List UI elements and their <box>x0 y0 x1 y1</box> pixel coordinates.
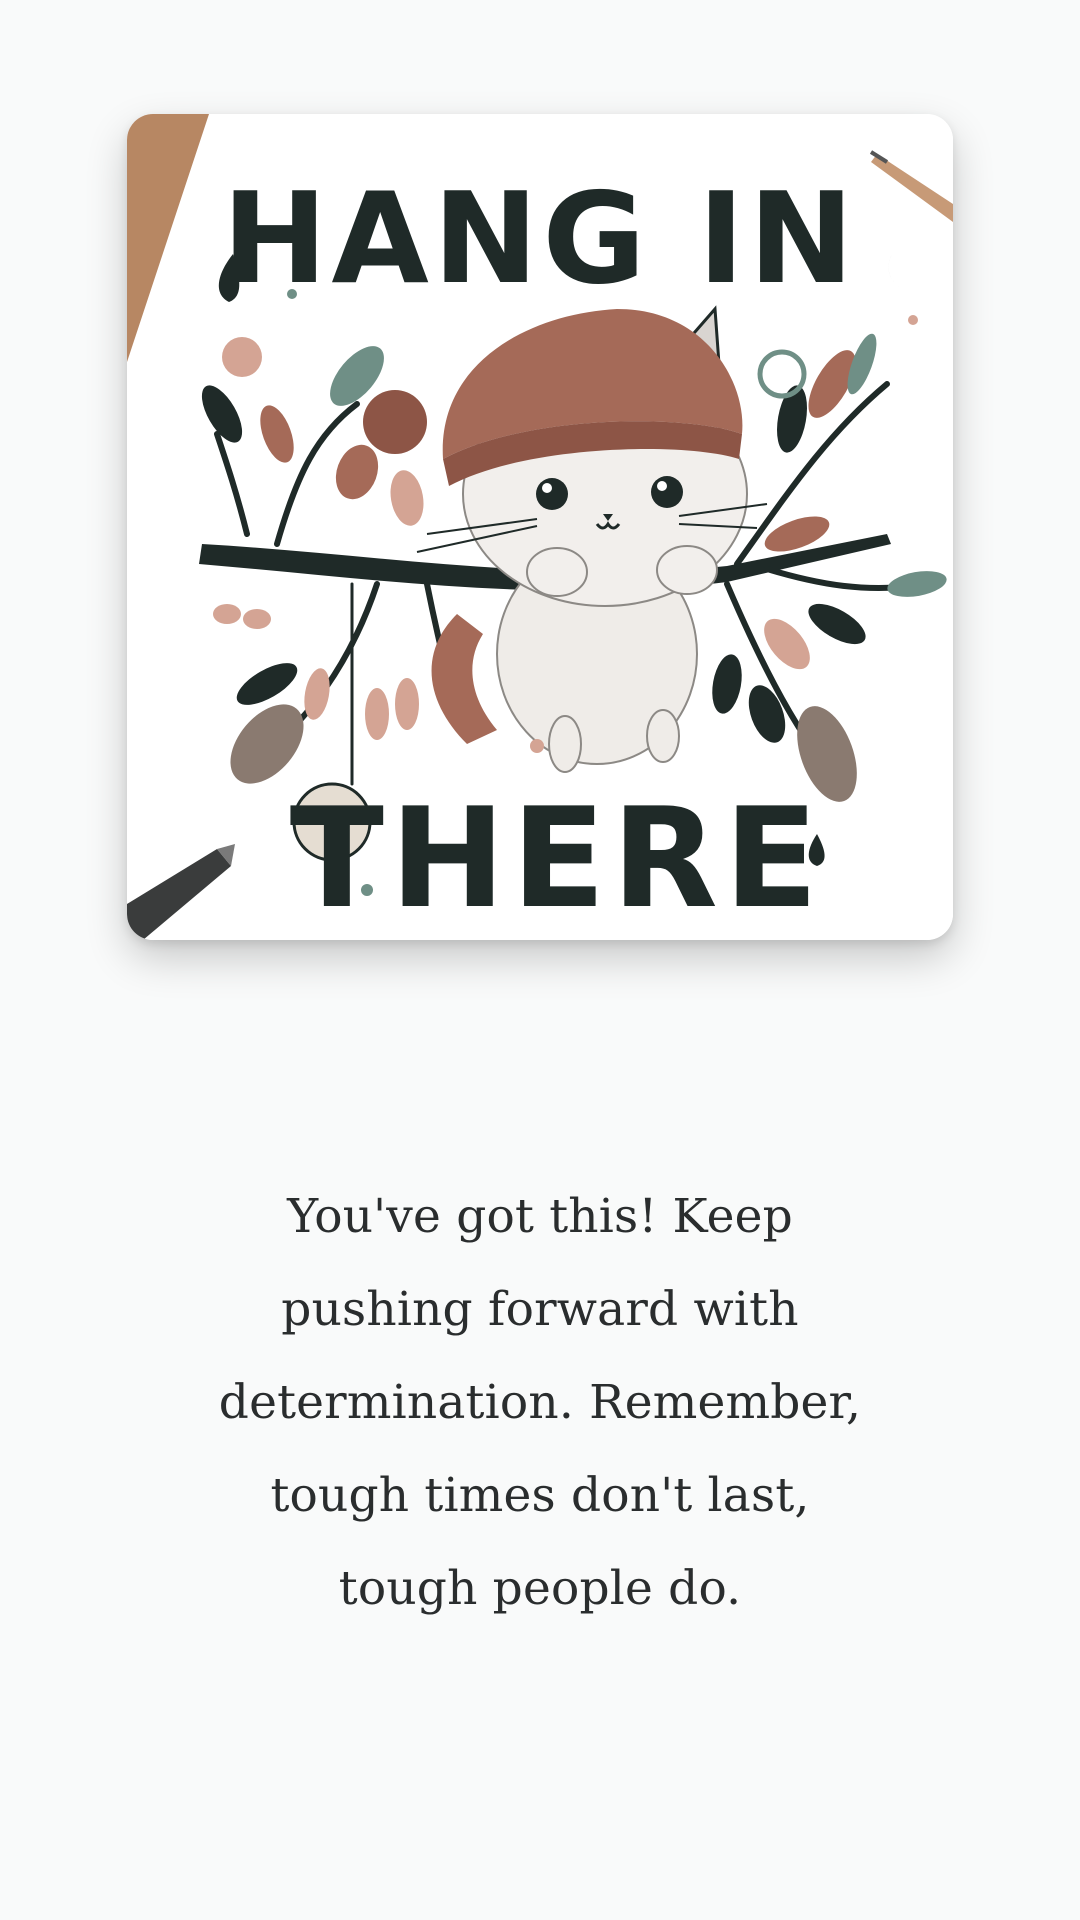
quote-line: tough times don't last, <box>270 1468 810 1523</box>
hang-in-there-illustration: HANG IN THERE <box>127 114 953 940</box>
quote-line: pushing forward with <box>281 1282 799 1337</box>
page: HANG IN THERE You've got this! Keep push… <box>0 0 1080 1920</box>
motivational-quote: You've got this! Keep pushing forward wi… <box>200 1170 880 1635</box>
hang-in-there-image-card[interactable]: HANG IN THERE <box>127 114 953 940</box>
quote-line: determination. Remember, <box>218 1375 862 1430</box>
quote-line: You've got this! Keep <box>287 1189 793 1244</box>
hat-pompom <box>363 390 427 454</box>
quote-line: tough people do. <box>338 1561 742 1616</box>
poster-title-line2: THERE <box>290 778 824 939</box>
poster-title-line1: HANG IN <box>222 165 858 312</box>
